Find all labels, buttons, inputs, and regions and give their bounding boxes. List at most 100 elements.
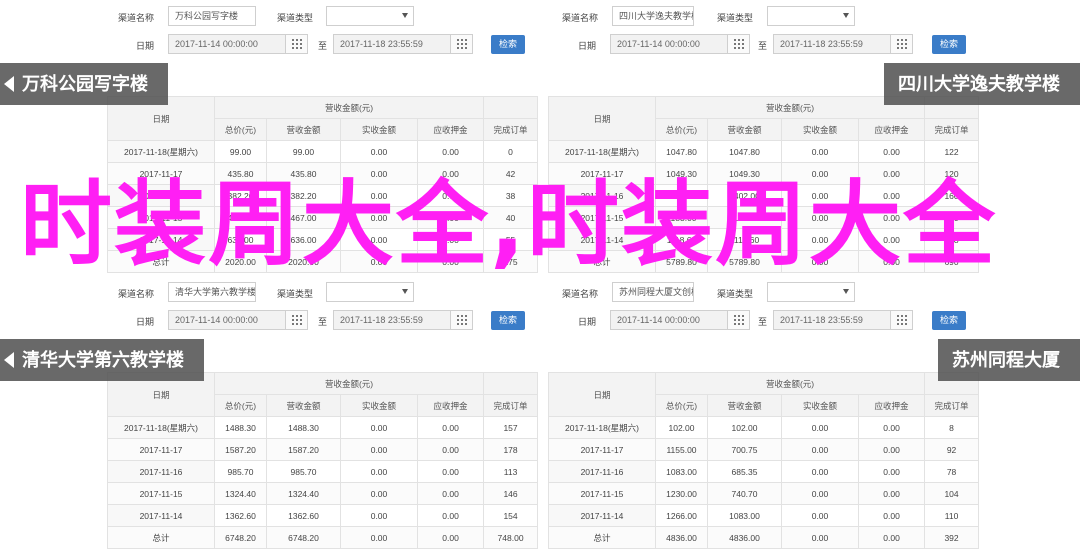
table-cell: 2017-11-17 bbox=[107, 162, 215, 185]
header-actual: 实收金额 bbox=[340, 118, 418, 141]
channel-type-select[interactable] bbox=[326, 282, 414, 302]
date-to-label: 至 bbox=[758, 41, 768, 51]
table-cell: 0.00 bbox=[416, 162, 485, 185]
header-revenue: 营收金额 bbox=[707, 394, 782, 417]
header-blank bbox=[483, 372, 539, 395]
search-button[interactable]: 检索 bbox=[491, 311, 525, 330]
date-from-value: 2017-11-14 00:00:00 bbox=[175, 315, 258, 325]
table-cell: 1118.60 bbox=[655, 228, 708, 251]
header-revenue: 营收金额 bbox=[266, 394, 341, 417]
date-from-input[interactable]: 2017-11-14 00:00:00 bbox=[610, 310, 750, 330]
table-cell: 0.00 bbox=[340, 526, 418, 549]
table-cell: 0.00 bbox=[340, 482, 418, 505]
date-from-value: 2017-11-14 00:00:00 bbox=[617, 39, 700, 49]
date-to-value: 2017-11-18 23:55:59 bbox=[780, 39, 863, 49]
table-cell: 0.00 bbox=[416, 526, 485, 549]
table-cell: 1083.00 bbox=[655, 460, 708, 483]
date-to-input[interactable]: 2017-11-18 23:55:59 bbox=[333, 310, 473, 330]
channel-type-select[interactable] bbox=[767, 6, 855, 26]
search-button[interactable]: 检索 bbox=[932, 35, 966, 54]
table-cell: 0.00 bbox=[857, 184, 926, 207]
table-cell: 1155.00 bbox=[655, 438, 708, 461]
report-panel: 渠道名称 清华大学第六教学楼 渠道类型 日期 2017-11-14 00:00:00 至 2… bbox=[0, 276, 540, 551]
channel-input[interactable]: 苏州同程大厦文创楼 bbox=[612, 282, 694, 302]
table-cell: 8 bbox=[924, 416, 980, 439]
table-row: 2017-11-18(星期六) 1047.80 1047.80 0.00 0.00 122 bbox=[548, 140, 980, 163]
calendar-icon[interactable] bbox=[890, 35, 912, 53]
calendar-icon[interactable] bbox=[285, 311, 307, 329]
channel-input[interactable]: 清华大学第六教学楼 bbox=[168, 282, 256, 302]
revenue-table: 日期 营收金额(元) 总价(元) 营收金额 实收金额 应收押金 完成订单 2017-11-18… bbox=[107, 372, 539, 549]
table-row: 总计 2020.00 2020.00 0.00 0.00 175 bbox=[107, 250, 539, 273]
date-from-input[interactable]: 2017-11-14 00:00:00 bbox=[168, 310, 308, 330]
table-cell: 5789.80 bbox=[707, 250, 782, 273]
header-group: 营收金额(元) bbox=[654, 372, 926, 395]
table-cell: 104 bbox=[924, 482, 980, 505]
table-cell: 0.00 bbox=[857, 206, 926, 229]
calendar-icon[interactable] bbox=[450, 35, 472, 53]
table-cell: 2017-11-18(星期六) bbox=[107, 416, 215, 439]
table-cell: 2017-11-18(星期六) bbox=[548, 416, 656, 439]
table-cell: 0.00 bbox=[857, 416, 926, 439]
table-cell: 1362.60 bbox=[214, 504, 267, 527]
location-banner: 清华大学第六教学楼 bbox=[0, 339, 204, 381]
date-from-input[interactable]: 2017-11-14 00:00:00 bbox=[168, 34, 308, 54]
table-cell: 0.00 bbox=[416, 504, 485, 527]
date-to-input[interactable]: 2017-11-18 23:55:59 bbox=[773, 34, 913, 54]
table-cell: 102.00 bbox=[707, 416, 782, 439]
header-blank bbox=[483, 96, 539, 119]
table-cell: 0.00 bbox=[781, 482, 859, 505]
table-cell: 636.00 bbox=[266, 228, 341, 251]
table-cell: 1047.80 bbox=[655, 140, 708, 163]
table-cell: 2017-11-17 bbox=[548, 438, 656, 461]
calendar-icon[interactable] bbox=[450, 311, 472, 329]
search-button[interactable]: 检索 bbox=[491, 35, 525, 54]
chevron-down-icon bbox=[402, 289, 408, 294]
table-cell: 740.70 bbox=[707, 482, 782, 505]
table-cell: 4836.00 bbox=[707, 526, 782, 549]
header-group: 营收金额(元) bbox=[213, 96, 485, 119]
table-cell: 0.00 bbox=[416, 482, 485, 505]
table-cell: 0.00 bbox=[857, 504, 926, 527]
calendar-icon[interactable] bbox=[285, 35, 307, 53]
calendar-icon[interactable] bbox=[727, 311, 749, 329]
table-cell: 685.35 bbox=[707, 460, 782, 483]
table-cell: 1324.40 bbox=[266, 482, 341, 505]
calendar-icon[interactable] bbox=[890, 311, 912, 329]
table-cell: 985.70 bbox=[266, 460, 341, 483]
date-from-input[interactable]: 2017-11-14 00:00:00 bbox=[610, 34, 750, 54]
channel-input[interactable]: 四川大学逸夫教学楼 bbox=[612, 6, 694, 26]
arrow-left-icon bbox=[4, 352, 14, 368]
date-label: 日期 bbox=[136, 41, 155, 51]
banner-title: 四川大学逸夫教学楼 bbox=[898, 74, 1060, 94]
chevron-down-icon bbox=[843, 289, 849, 294]
table-row: 2017-11-15 1230.00 740.70 0.00 0.00 104 bbox=[548, 482, 980, 505]
table-cell: 2017-11-15 bbox=[548, 482, 656, 505]
table-cell: 0.00 bbox=[781, 140, 859, 163]
chevron-down-icon bbox=[402, 13, 408, 18]
table-cell: 435.80 bbox=[266, 162, 341, 185]
date-to-input[interactable]: 2017-11-18 23:55:59 bbox=[333, 34, 473, 54]
table-cell: 1488.30 bbox=[266, 416, 341, 439]
channel-type-select[interactable] bbox=[326, 6, 414, 26]
table-cell: 178 bbox=[483, 438, 539, 461]
chevron-down-icon bbox=[843, 13, 849, 18]
channel-type-label: 渠道类型 bbox=[717, 289, 754, 299]
table-cell: 382.20 bbox=[266, 184, 341, 207]
table-cell: 0.00 bbox=[857, 460, 926, 483]
table-cell: 0.00 bbox=[416, 228, 485, 251]
table-cell: 110 bbox=[924, 504, 980, 527]
channel-input[interactable]: 万科公园写字楼 bbox=[168, 6, 256, 26]
search-button[interactable]: 检索 bbox=[932, 311, 966, 330]
table-cell: 1402.00 bbox=[707, 184, 782, 207]
calendar-icon[interactable] bbox=[727, 35, 749, 53]
date-to-input[interactable]: 2017-11-18 23:55:59 bbox=[773, 310, 913, 330]
channel-type-select[interactable] bbox=[767, 282, 855, 302]
table-cell: 0 bbox=[483, 140, 539, 163]
table-cell: 160 bbox=[924, 206, 980, 229]
table-cell: 0.00 bbox=[340, 228, 418, 251]
table-cell: 0.00 bbox=[416, 250, 485, 273]
table-cell: 0.00 bbox=[781, 504, 859, 527]
channel-label: 渠道名称 bbox=[118, 13, 155, 23]
table-cell: 0.00 bbox=[340, 460, 418, 483]
